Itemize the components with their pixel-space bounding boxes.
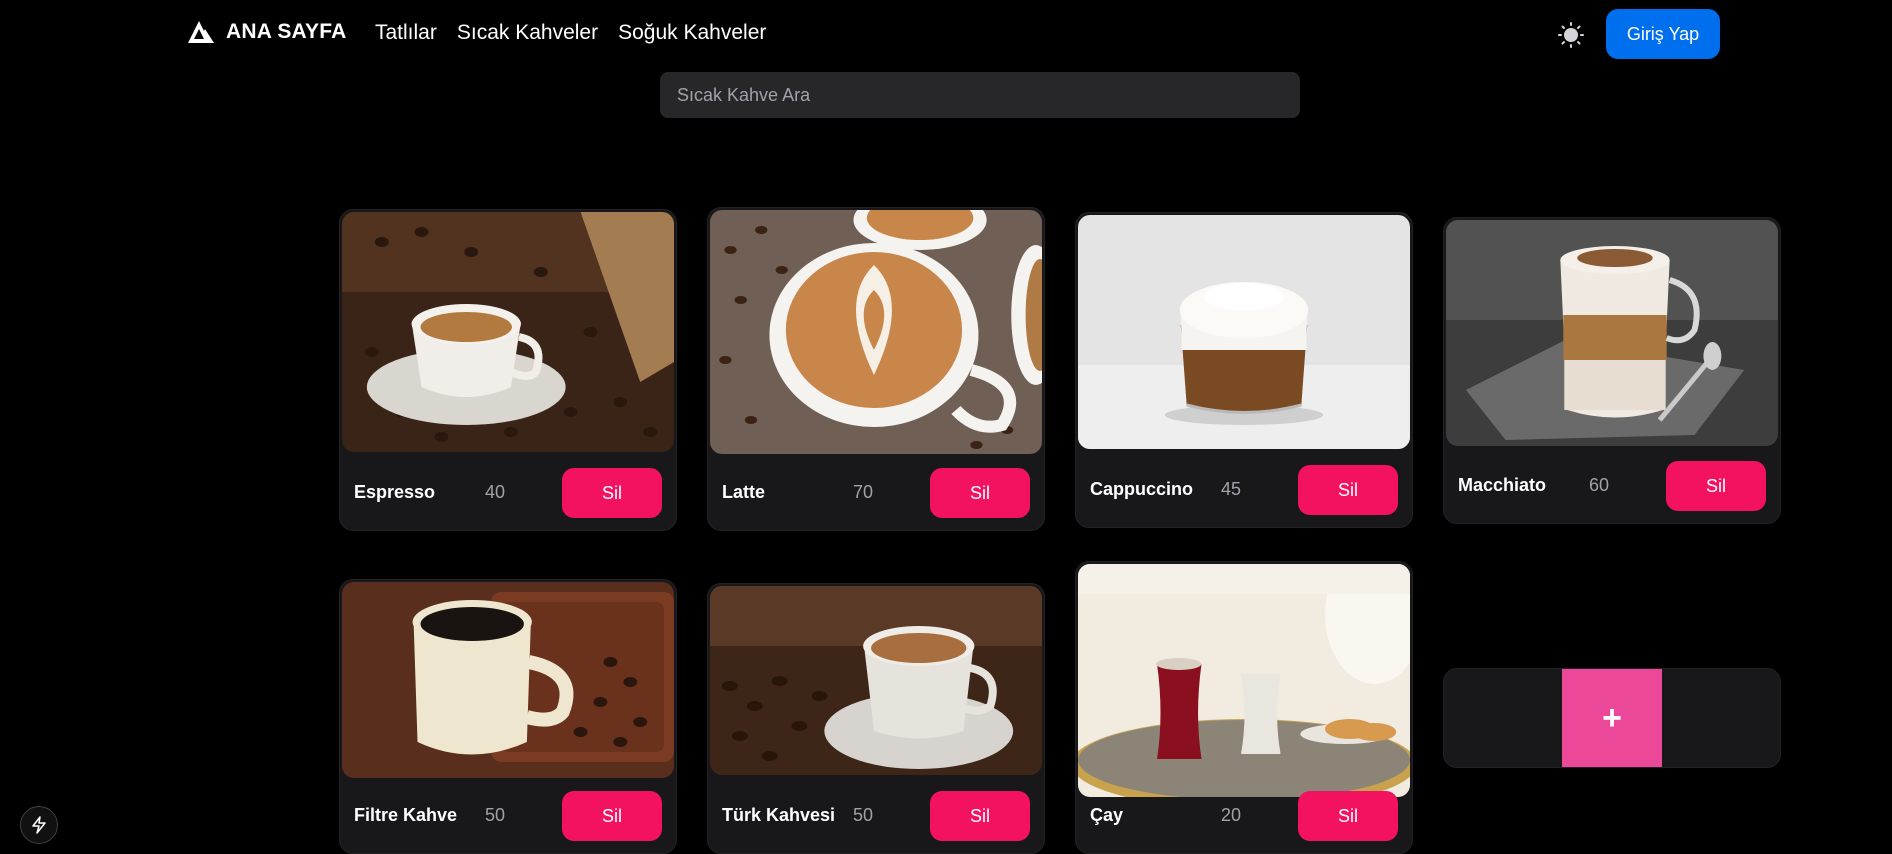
delete-button[interactable]: Sil [1298,465,1398,515]
product-price: 40 [485,481,506,502]
product-name: Filtre Kahve [354,804,458,825]
nav-link-tatlilar[interactable]: Tatlılar [375,21,437,45]
delete-button[interactable]: Sil [930,468,1030,518]
brand-link[interactable]: ANA SAYFA [188,20,346,44]
product-image-macchiato [1446,220,1778,446]
navbar: ANA SAYFA Tatlılar Sıcak Kahveler Soğuk … [0,0,1892,68]
product-price: 45 [1221,478,1242,499]
delete-button[interactable]: Sil [1666,461,1766,511]
sun-icon [1558,22,1584,48]
product-image-cappuccino [1078,215,1410,449]
logo-icon [188,21,214,43]
product-card: Latte 70 Sil [707,207,1045,531]
product-name: Cappuccino [1090,478,1194,499]
product-image-cay [1078,564,1410,797]
product-name: Latte [722,481,766,502]
delete-button[interactable]: Sil [1298,791,1398,841]
product-price: 50 [853,804,874,825]
nav-link-soguk-kahveler[interactable]: Soğuk Kahveler [618,21,766,45]
search-bar [660,72,1300,118]
product-card: Espresso 40 Sil [339,209,677,531]
card-footer: Türk Kahvesi 50 Sil [708,777,1044,853]
delete-button[interactable]: Sil [930,791,1030,841]
product-card: Filtre Kahve 50 Sil [339,579,677,854]
nav-link-sicak-kahveler[interactable]: Sıcak Kahveler [457,21,598,45]
delete-button[interactable]: Sil [562,791,662,841]
login-button[interactable]: Giriş Yap [1606,9,1720,59]
card-footer: Çay 20 Sil [1076,777,1412,853]
card-footer: Macchiato 60 Sil [1444,447,1780,523]
nav-links: Tatlılar Sıcak Kahveler Soğuk Kahveler [375,21,766,45]
product-card: Türk Kahvesi 50 Sil [707,583,1045,854]
product-name: Macchiato [1458,474,1547,495]
add-product-button[interactable]: + [1562,669,1662,767]
product-image-espresso [342,212,674,452]
search-input[interactable] [675,83,1285,107]
product-price: 50 [485,804,506,825]
brand-title: ANA SAYFA [226,20,347,43]
product-name: Türk Kahvesi [722,804,836,825]
product-card: Macchiato 60 Sil [1443,217,1781,524]
product-image-filtre-kahve [342,582,674,778]
product-price: 20 [1221,804,1242,825]
product-image-turk-kahvesi [710,586,1042,775]
card-footer: Filtre Kahve 50 Sil [340,777,676,853]
product-price: 70 [853,481,874,502]
product-image-latte [710,210,1042,454]
dev-tools-button[interactable] [20,806,58,844]
product-name: Espresso [354,481,436,502]
product-card: Çay 20 Sil [1075,561,1413,854]
card-footer: Latte 70 Sil [708,454,1044,530]
product-card: Cappuccino 45 Sil [1075,212,1413,528]
product-name: Çay [1090,804,1124,825]
product-price: 60 [1589,474,1610,495]
card-footer: Espresso 40 Sil [340,454,676,530]
delete-button[interactable]: Sil [562,468,662,518]
add-product-card: + [1443,668,1781,768]
lightning-icon [32,816,46,834]
card-footer: Cappuccino 45 Sil [1076,451,1412,527]
theme-toggle-button[interactable] [1556,20,1586,50]
